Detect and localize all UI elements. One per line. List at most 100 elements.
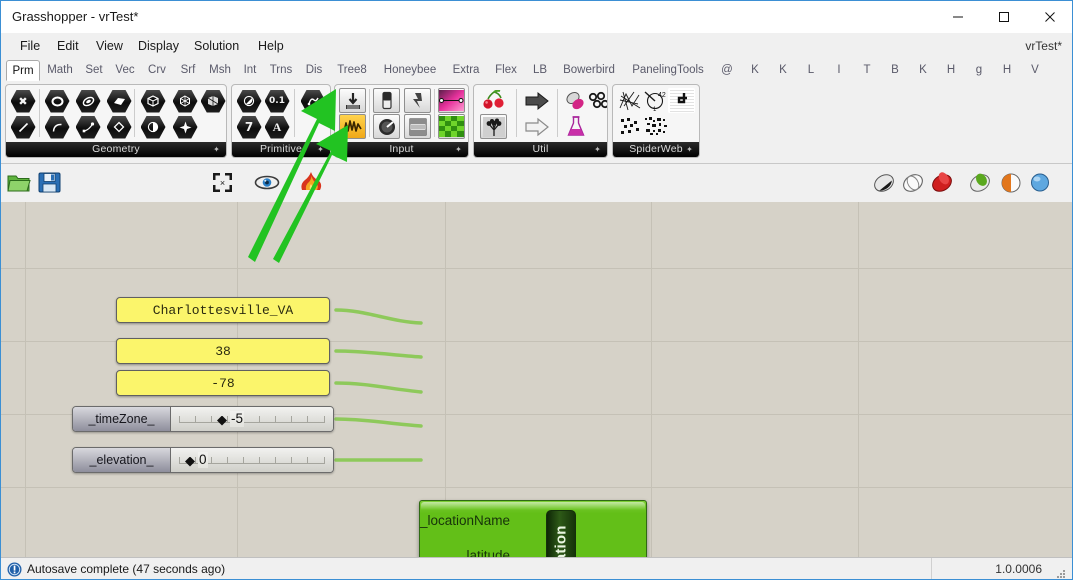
component-input-grip-longitude[interactable] <box>412 384 428 401</box>
tab-flex[interactable]: Flex <box>488 60 524 81</box>
shaded-blue-icon[interactable] <box>1029 172 1051 193</box>
locationName-right-grip[interactable] <box>327 301 343 318</box>
shaded-wire-icon[interactable] <box>901 172 925 194</box>
input-colour-swatch-icon[interactable] <box>438 114 465 139</box>
primitive-expand-icon[interactable]: ✦ <box>317 142 324 157</box>
menu-solution[interactable]: Solution <box>185 33 248 59</box>
spiderweb-expand-icon[interactable]: ✦ <box>686 142 693 157</box>
util-expand-icon[interactable]: ✦ <box>594 142 601 157</box>
tab-t[interactable]: T <box>854 60 880 81</box>
input-file-reader-icon[interactable] <box>339 88 366 113</box>
primitive-integer-icon[interactable]: 7 <box>236 115 262 139</box>
primitive-complex-icon[interactable] <box>300 89 326 113</box>
geometry-surface-icon[interactable] <box>75 89 101 113</box>
primitive-boolean-icon[interactable] <box>236 89 262 113</box>
close-button[interactable] <box>1027 1 1072 32</box>
tab-msh[interactable]: Msh <box>204 60 236 81</box>
bake-button[interactable] <box>298 171 324 193</box>
shaded-orange-icon[interactable] <box>999 172 1023 194</box>
locationName-output-grip[interactable] <box>106 301 122 318</box>
longitude-panel[interactable]: -78 <box>116 370 330 396</box>
menu-help[interactable]: Help <box>249 33 293 59</box>
timezone-slider-track[interactable]: -5 <box>171 407 333 431</box>
shaded-dark-icon[interactable] <box>872 172 896 194</box>
input-boolean-toggle-icon[interactable] <box>373 88 400 113</box>
resize-grip-icon[interactable] <box>1055 566 1066 579</box>
spiderweb-network-icon[interactable] <box>616 88 643 113</box>
geometry-line-icon[interactable] <box>10 115 36 139</box>
geometry-rectangle-icon[interactable] <box>106 115 132 139</box>
tab-crv[interactable]: Crv <box>142 60 172 81</box>
input-expand-icon[interactable]: ✦ <box>455 142 462 157</box>
util-cherry-icon[interactable] <box>480 88 507 113</box>
component-name-bar[interactable]: constructLocation <box>546 510 576 557</box>
tab-srf[interactable]: Srf <box>174 60 202 81</box>
geometry-expand-icon[interactable]: ✦ <box>213 142 220 157</box>
longitude-left-grip[interactable] <box>106 374 122 391</box>
tab-k1[interactable]: K <box>742 60 768 81</box>
tab-dis[interactable]: Dis <box>300 60 328 81</box>
menu-edit[interactable]: Edit <box>48 33 88 59</box>
input-gradient-icon[interactable] <box>438 88 465 113</box>
tab-h1[interactable]: H <box>938 60 964 81</box>
primitive-text-icon[interactable]: A <box>264 115 290 139</box>
geometry-mesh-icon[interactable] <box>172 89 198 113</box>
tab-i[interactable]: I <box>826 60 852 81</box>
util-arrow-solid-icon[interactable] <box>523 88 550 113</box>
tab-trns[interactable]: Trns <box>264 60 298 81</box>
tab-b[interactable]: B <box>882 60 908 81</box>
tab-bowerbird[interactable]: Bowerbird <box>556 60 622 81</box>
input-knob-icon[interactable] <box>373 114 400 139</box>
timezone-knob-handle[interactable] <box>217 415 227 426</box>
geometry-circle-icon[interactable] <box>44 89 70 113</box>
component-input-grip-locationName[interactable] <box>412 314 428 331</box>
elevation-slider-track[interactable]: 0 <box>171 448 333 472</box>
shaded-red-icon[interactable] <box>930 172 954 194</box>
latitude-panel[interactable]: 38 <box>116 338 330 364</box>
minimize-button[interactable] <box>935 1 981 32</box>
tab-l[interactable]: L <box>798 60 824 81</box>
longitude-right-grip[interactable] <box>327 374 343 391</box>
geometry-transform-icon[interactable] <box>172 115 198 139</box>
util-tree-icon[interactable] <box>480 114 507 139</box>
preview-toggle-button[interactable] <box>254 173 280 192</box>
tab-g[interactable]: g <box>966 60 992 81</box>
tab-lb[interactable]: LB <box>526 60 554 81</box>
geometry-point-icon[interactable]: ✖ <box>10 89 36 113</box>
primitive-number-icon[interactable]: 0.1 <box>264 89 290 113</box>
component-input-grip-latitude[interactable] <box>412 349 428 366</box>
component-input-grip-timeZone[interactable] <box>412 419 428 436</box>
component-output-grip-location[interactable] <box>642 384 658 401</box>
geometry-brep-icon[interactable] <box>200 89 226 113</box>
latitude-left-grip[interactable] <box>106 342 122 359</box>
shaded-green-icon[interactable] <box>968 172 992 194</box>
menu-file[interactable]: File <box>11 33 49 59</box>
constructLocation-component[interactable]: _locationName _latitude _longitude_ _tim… <box>419 500 647 557</box>
geometry-sphere-icon[interactable] <box>140 115 166 139</box>
elevation-knob-handle[interactable] <box>185 456 195 467</box>
timezone-right-grip[interactable] <box>329 410 345 427</box>
tab-vec[interactable]: Vec <box>110 60 140 81</box>
spiderweb-count-icon[interactable]: 42 1 <box>641 88 668 113</box>
component-input-grip-elevation[interactable] <box>412 454 428 471</box>
geometry-plane-icon[interactable] <box>106 89 132 113</box>
geometry-arc-icon[interactable] <box>44 115 70 139</box>
spiderweb-noise-icon[interactable] <box>643 114 670 139</box>
tab-h2[interactable]: H <box>994 60 1020 81</box>
tab-honeybee[interactable]: Honeybee <box>376 60 444 81</box>
tab-k3[interactable]: K <box>910 60 936 81</box>
tab-extra[interactable]: Extra <box>446 60 486 81</box>
tab-v[interactable]: V <box>1022 60 1048 81</box>
grasshopper-canvas[interactable]: Charlottesville_VA 38 -78 _timeZone_ -5 … <box>1 202 1072 557</box>
input-graph-mapper-icon[interactable] <box>339 114 366 139</box>
input-button-icon[interactable] <box>404 88 431 113</box>
input-panel-icon[interactable] <box>404 114 431 139</box>
spiderweb-sparse-icon[interactable] <box>616 114 643 139</box>
tab-tree8[interactable]: Tree8 <box>330 60 374 81</box>
util-cluster-icon[interactable] <box>584 88 607 113</box>
util-arrow-hollow-icon[interactable] <box>523 114 550 139</box>
tab-k2[interactable]: K <box>770 60 796 81</box>
util-flask-icon[interactable] <box>562 114 589 139</box>
tab-at[interactable]: @ <box>714 60 740 81</box>
timezone-slider-knob[interactable]: -5 <box>217 411 245 427</box>
